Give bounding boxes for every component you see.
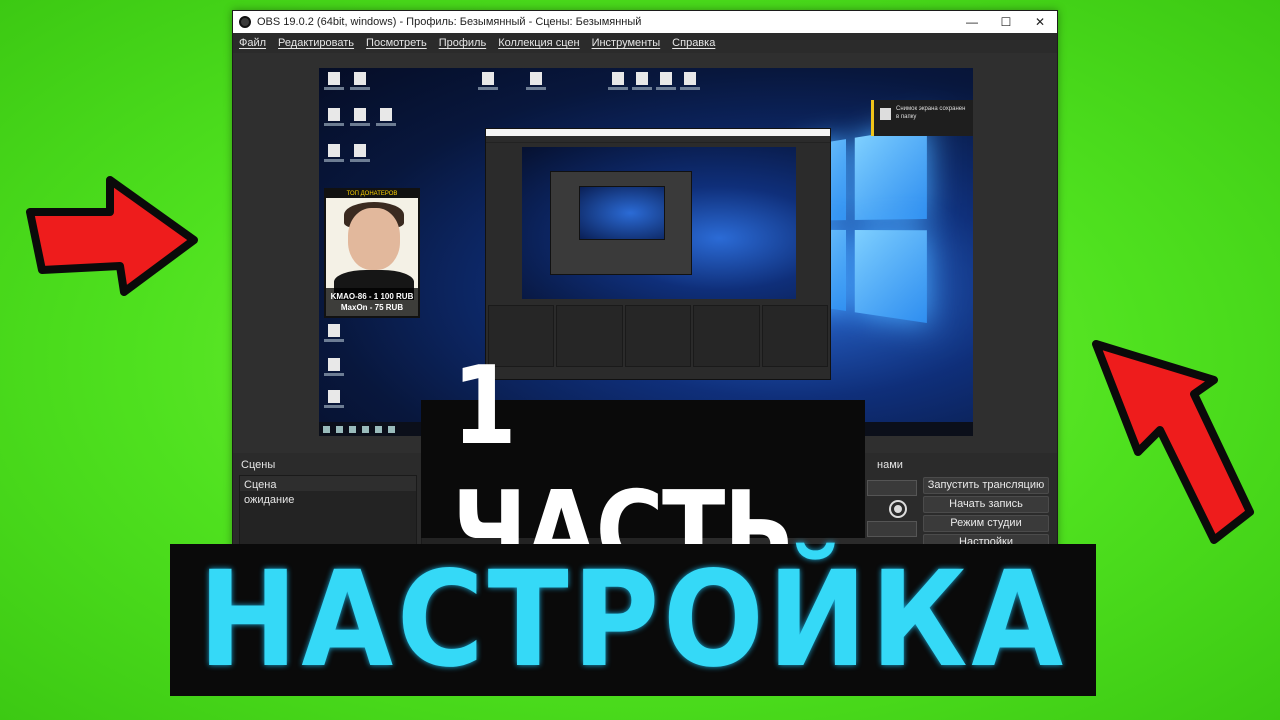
desktop-icon xyxy=(323,358,345,376)
studio-mode-button[interactable]: Режим студии xyxy=(923,515,1049,532)
desktop-icon xyxy=(323,390,345,408)
taskbar-icon xyxy=(349,426,356,433)
start-icon xyxy=(323,426,330,433)
red-arrow-right xyxy=(1086,334,1258,552)
obs-logo-icon xyxy=(239,16,251,28)
start-stream-button[interactable]: Запустить трансляцию xyxy=(923,477,1049,494)
taskbar-icon xyxy=(375,426,382,433)
scenes-dock: Сцены Сцена ожидание xyxy=(239,455,417,554)
title-bar: OBS 19.0.2 (64bit, windows) - Профиль: Б… xyxy=(233,11,1057,33)
controls-title: нами xyxy=(867,455,1053,475)
gear-icon[interactable] xyxy=(891,502,905,516)
scene-item[interactable]: Сцена xyxy=(240,476,416,491)
minimize-button[interactable]: — xyxy=(955,11,989,33)
donor-line-2: MaxOn - 75 RUB xyxy=(326,302,418,313)
taskbar-icon xyxy=(336,426,343,433)
desktop-icon xyxy=(631,72,653,90)
duration-input[interactable] xyxy=(867,521,917,537)
menu-scene-collection[interactable]: Коллекция сцен xyxy=(498,37,579,49)
maximize-button[interactable]: ☐ xyxy=(989,11,1023,33)
menu-view[interactable]: Посмотреть xyxy=(366,37,427,49)
desktop-icon xyxy=(477,72,499,90)
menu-bar: Файл Редактировать Посмотреть Профиль Ко… xyxy=(233,33,1057,53)
desktop-icon xyxy=(679,72,701,90)
menu-edit[interactable]: Редактировать xyxy=(278,37,354,49)
headline-box: НАСТРОЙКА xyxy=(170,544,1096,696)
desktop-icon xyxy=(375,108,397,126)
controls-dock: нами Запустить трансляцию Начать запись … xyxy=(867,455,1053,554)
scene-list: Сцена ожидание xyxy=(239,475,417,547)
scenes-title: Сцены xyxy=(239,455,417,475)
donor-title: ТОП ДОНАТЕРОВ xyxy=(326,190,418,198)
desktop-icon xyxy=(349,108,371,126)
transition-select[interactable] xyxy=(867,480,917,496)
donor-line-1: KMAO-86 - 1 100 RUB xyxy=(326,291,418,302)
desktop-icon xyxy=(349,72,371,90)
desktop-icon xyxy=(525,72,547,90)
menu-file[interactable]: Файл xyxy=(239,37,266,49)
menu-profile[interactable]: Профиль xyxy=(439,37,487,49)
start-record-button[interactable]: Начать запись xyxy=(923,496,1049,513)
menu-tools[interactable]: Инструменты xyxy=(592,37,661,49)
desktop-icon xyxy=(323,324,345,342)
desktop-icon xyxy=(323,72,345,90)
taskbar-icon xyxy=(362,426,369,433)
scene-item[interactable]: ожидание xyxy=(240,491,416,506)
webcam-source: ТОП ДОНАТЕРОВ KMAO-86 - 1 100 RUB MaxOn … xyxy=(324,188,420,318)
desktop-icon xyxy=(323,108,345,126)
menu-help[interactable]: Справка xyxy=(672,37,715,49)
part-label-box: 1 ЧАСТЬ xyxy=(421,400,865,538)
red-arrow-left xyxy=(24,172,200,298)
streamer-face xyxy=(348,208,400,270)
screenshot-toast: Снимок экрана сохранен в папку xyxy=(871,100,973,136)
desktop-icon xyxy=(349,144,371,162)
taskbar-icon xyxy=(388,426,395,433)
desktop-icon xyxy=(323,144,345,162)
donor-list: KMAO-86 - 1 100 RUB MaxOn - 75 RUB xyxy=(326,288,418,316)
headline: НАСТРОЙКА xyxy=(199,543,1068,697)
window-controls: — ☐ ✕ xyxy=(955,11,1057,33)
window-title: OBS 19.0.2 (64bit, windows) - Профиль: Б… xyxy=(257,16,641,28)
desktop-icon xyxy=(607,72,629,90)
nested-obs-preview xyxy=(485,128,831,380)
desktop-icon xyxy=(655,72,677,90)
close-button[interactable]: ✕ xyxy=(1023,11,1057,33)
